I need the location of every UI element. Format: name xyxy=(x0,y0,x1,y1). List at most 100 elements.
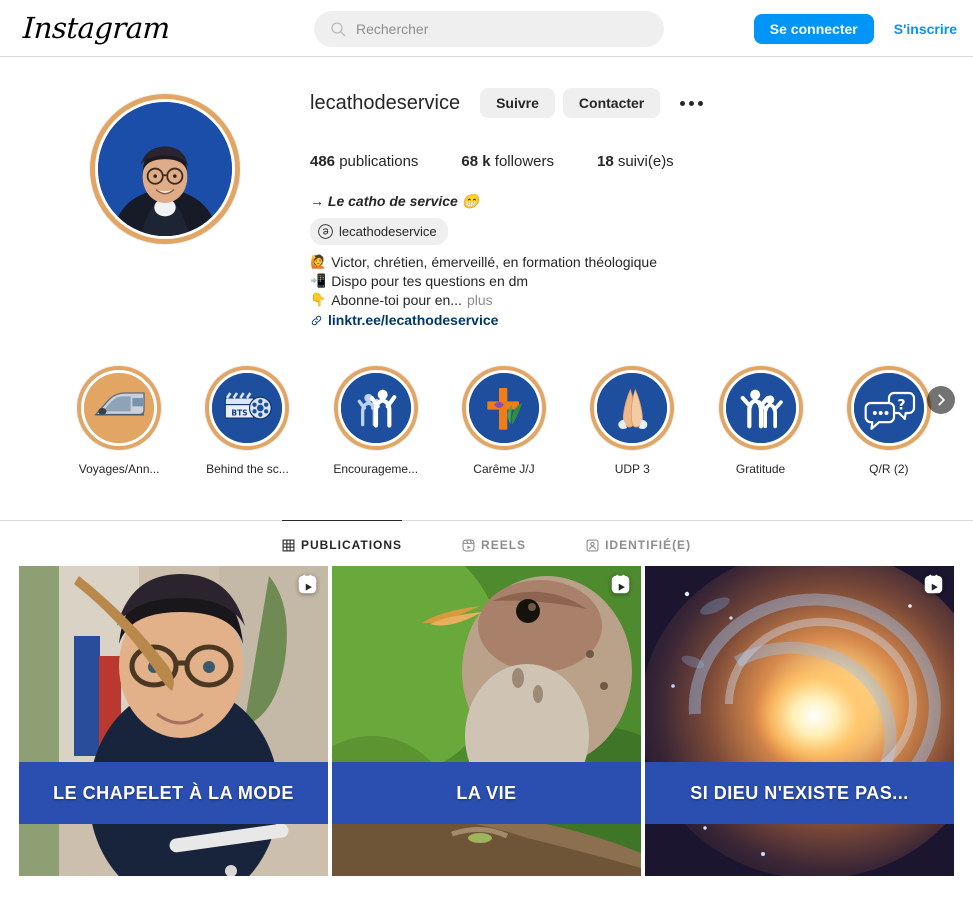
bio-line-text: Victor, chrétien, émerveillé, en formati… xyxy=(331,254,658,270)
reels-badge xyxy=(923,574,944,595)
tab-identifie-label: IDENTIFIÉ(E) xyxy=(605,538,692,552)
highlight-ring xyxy=(333,366,418,450)
threads-badge[interactable]: lecathodeservice xyxy=(310,218,448,245)
reels-badge xyxy=(610,574,631,595)
avatar-ring[interactable] xyxy=(90,94,240,244)
tagged-icon xyxy=(586,539,599,551)
instagram-logo[interactable]: Instagram xyxy=(22,11,170,45)
bio-link-row: linktr.ee/lecathodeservice xyxy=(310,311,953,330)
more-options-icon[interactable] xyxy=(672,95,711,112)
highlight-cover xyxy=(84,373,155,443)
praying-hands-icon xyxy=(597,373,668,443)
highlight-ring xyxy=(590,366,675,450)
highlight-item-encouragement[interactable]: Encourageme... xyxy=(312,366,440,476)
highlight-label: Carême J/J xyxy=(473,462,535,476)
search-container xyxy=(314,11,664,47)
tab-reels[interactable]: REELS xyxy=(462,520,526,566)
bio-more-link[interactable]: plus xyxy=(467,291,493,310)
stat-followers-value: 68 k xyxy=(461,153,491,170)
highlight-ring xyxy=(77,366,162,450)
bio-external-link[interactable]: linktr.ee/lecathodeservice xyxy=(328,311,498,330)
header-actions: Se connecter S'inscrire xyxy=(753,0,957,57)
threads-icon xyxy=(318,224,333,239)
stat-following[interactable]: 18 suivi(e)s xyxy=(597,153,674,170)
highlight-label: Encourageme... xyxy=(333,462,419,476)
bio-line: 👇 Abonne-toi pour en... plus xyxy=(310,291,953,310)
link-icon xyxy=(311,315,322,326)
highlight-ring: ? xyxy=(846,366,931,450)
profile-tabs: PUBLICATIONS REELS IDENTIFIÉ(E) xyxy=(0,520,973,566)
post-caption: SI DIEU N'EXISTE PAS... xyxy=(645,762,954,824)
highlight-item-voyages[interactable]: Voyages/Ann... xyxy=(55,366,183,476)
post-image-bird xyxy=(332,566,641,876)
highlight-ring xyxy=(718,366,803,450)
train-icon xyxy=(84,373,155,443)
pointing-down-icon: 👇 xyxy=(310,293,327,308)
highlight-label: UDP 3 xyxy=(614,462,650,476)
chevron-right-icon xyxy=(938,394,945,406)
highlight-cover xyxy=(725,373,796,443)
mobile-phone-arrow-icon: 📲 xyxy=(310,274,327,289)
login-button[interactable]: Se connecter xyxy=(753,13,874,44)
raised-arms-icon xyxy=(725,373,796,443)
bio-line-text: Abonne-toi pour en... xyxy=(331,292,462,308)
profile-info: lecathodeservice Suivre Contacter 486 pu… xyxy=(310,87,953,330)
contact-button[interactable]: Contacter xyxy=(562,88,661,118)
stat-followers[interactable]: 68 k followers xyxy=(461,153,554,170)
highlight-label: Voyages/Ann... xyxy=(78,462,160,476)
tab-publications-label: PUBLICATIONS xyxy=(300,538,403,552)
avatar-photo xyxy=(98,102,232,236)
highlights-next-button[interactable] xyxy=(927,386,955,414)
post-thumbnail[interactable]: LA VIE xyxy=(332,566,641,876)
bio-line: 📲 Dispo pour tes questions en dm xyxy=(310,272,953,291)
profile-bio: → Le catho de service 😁 lecathodeservice… xyxy=(310,192,953,330)
search-input[interactable] xyxy=(356,21,648,37)
stat-following-label: suivi(e)s xyxy=(617,153,674,170)
bio-line-text: Dispo pour tes questions en dm xyxy=(331,273,529,289)
post-thumbnail[interactable]: SI DIEU N'EXISTE PAS... xyxy=(645,566,954,876)
avatar-column xyxy=(20,87,310,330)
profile-header: lecathodeservice Suivre Contacter 486 pu… xyxy=(0,57,973,330)
highlight-ring: BTS xyxy=(205,366,290,450)
posts-grid: LE CHAPELET À LA MODE LA VIE SI DIEU N'E… xyxy=(0,566,973,876)
tab-identifie[interactable]: IDENTIFIÉ(E) xyxy=(586,520,691,566)
cross-palm-icon xyxy=(468,373,539,443)
search-icon xyxy=(331,22,346,37)
stat-publications-value: 486 xyxy=(310,153,336,170)
grid-icon xyxy=(282,539,295,551)
story-highlights: Voyages/Ann... BTS Behind the sc... Enco… xyxy=(0,330,973,476)
highlight-cover: ? xyxy=(853,373,924,443)
highlight-item-careme[interactable]: Carême J/J xyxy=(440,366,568,476)
highlight-cover xyxy=(597,373,668,443)
post-caption: LE CHAPELET À LA MODE xyxy=(19,762,328,824)
post-caption: LA VIE xyxy=(332,762,641,824)
stat-publications[interactable]: 486 publications xyxy=(310,153,418,170)
highlight-label: Gratitude xyxy=(735,462,786,476)
post-image-portrait xyxy=(19,566,328,876)
highlight-cover xyxy=(468,373,539,443)
highlight-item-behind-the-scenes[interactable]: BTS Behind the sc... xyxy=(183,366,311,476)
highlight-ring xyxy=(461,366,546,450)
highlight-item-questions-reponses[interactable]: ? Q/R (2) xyxy=(825,366,953,476)
svg-text:BTS: BTS xyxy=(232,409,248,418)
clapperboard-icon: BTS xyxy=(212,373,283,443)
profile-username: lecathodeservice xyxy=(310,91,461,114)
bio-line: 🙋 Victor, chrétien, émerveillé, en forma… xyxy=(310,253,953,272)
search-box[interactable] xyxy=(314,11,664,47)
stat-followers-label: followers xyxy=(494,153,554,170)
reels-icon xyxy=(462,539,475,551)
highlight-label: Q/R (2) xyxy=(869,462,909,476)
avatar[interactable] xyxy=(98,102,232,236)
reels-icon xyxy=(924,574,943,594)
top-navigation-bar: Instagram Se connecter S'inscrire xyxy=(0,0,973,57)
post-thumbnail[interactable]: LE CHAPELET À LA MODE xyxy=(19,566,328,876)
follow-button[interactable]: Suivre xyxy=(480,88,555,118)
profile-stats: 486 publications 68 k followers 18 suivi… xyxy=(310,153,953,170)
signup-link[interactable]: S'inscrire xyxy=(894,21,957,37)
highlight-label: Behind the sc... xyxy=(206,462,289,476)
username-row: lecathodeservice Suivre Contacter xyxy=(310,87,953,119)
highlight-item-udp3[interactable]: UDP 3 xyxy=(568,366,696,476)
highlight-item-gratitude[interactable]: Gratitude xyxy=(696,366,824,476)
tab-publications[interactable]: PUBLICATIONS xyxy=(281,520,403,566)
tab-reels-label: REELS xyxy=(481,538,527,552)
